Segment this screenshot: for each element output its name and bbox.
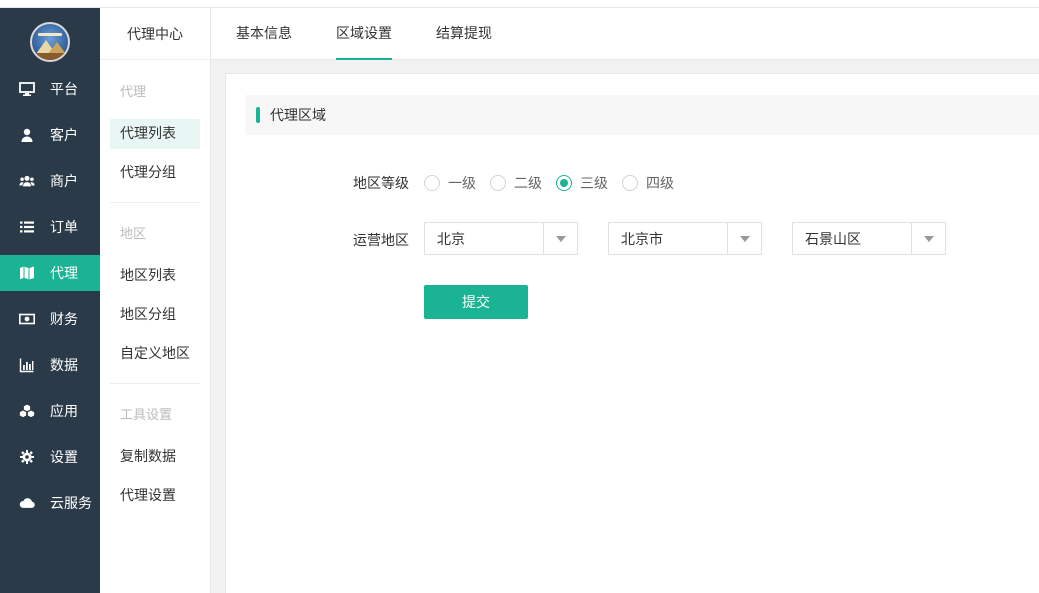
tab-region-settings[interactable]: 区域设置 <box>336 8 392 60</box>
nav-item-label: 财务 <box>50 312 78 328</box>
region-label: 运营地区 <box>353 233 409 249</box>
province-select[interactable]: 北京 <box>424 222 578 255</box>
user-icon <box>19 127 35 143</box>
nav-item-label: 平台 <box>50 82 78 98</box>
district-value: 石景山区 <box>805 231 861 248</box>
nav-item-settings[interactable]: 设置 <box>0 439 100 475</box>
caret-down-icon <box>911 223 945 254</box>
nav-item-platform[interactable]: 平台 <box>0 71 100 107</box>
sub-sidebar: 代理中心 代理 代理列表 代理分组 地区 地区列表 地区分组 自定义地区 工具设… <box>100 8 211 593</box>
nav-item-cloud[interactable]: 云服务 <box>0 485 100 521</box>
nav-item-label: 商户 <box>50 174 78 190</box>
tab-basic-info[interactable]: 基本信息 <box>236 8 292 60</box>
radio-circle <box>556 175 572 191</box>
radio-level-4[interactable]: 四级 <box>622 173 674 193</box>
caret-down-icon <box>727 223 761 254</box>
section-header: 代理区域 <box>245 95 1039 135</box>
tab-bar: 基本信息 区域设置 结算提现 <box>211 8 1039 60</box>
sub-item-agent-group[interactable]: 代理分组 <box>110 158 200 188</box>
list-icon <box>19 219 35 235</box>
cloud-icon <box>19 495 35 511</box>
sub-item-agent-settings[interactable]: 代理设置 <box>110 481 200 511</box>
cubes-icon <box>19 403 35 419</box>
nav-item-data[interactable]: 数据 <box>0 347 100 383</box>
radio-label: 一级 <box>448 176 476 192</box>
browser-top-edge <box>0 0 1039 8</box>
money-icon <box>19 311 35 327</box>
nav-item-customer[interactable]: 客户 <box>0 117 100 153</box>
logo <box>30 22 70 62</box>
radio-level-1[interactable]: 一级 <box>424 173 476 193</box>
radio-circle <box>424 175 440 191</box>
radio-label: 三级 <box>580 176 608 192</box>
district-select[interactable]: 石景山区 <box>792 222 946 255</box>
province-value: 北京 <box>437 231 465 248</box>
tab-settlement[interactable]: 结算提现 <box>436 8 492 60</box>
nav-item-label: 云服务 <box>50 496 92 512</box>
nav-item-label: 应用 <box>50 404 78 420</box>
nav-item-label: 订单 <box>50 220 78 236</box>
monitor-icon <box>19 81 35 97</box>
sub-item-region-group[interactable]: 地区分组 <box>110 300 200 330</box>
city-select[interactable]: 北京市 <box>608 222 762 255</box>
nav-item-finance[interactable]: 财务 <box>0 301 100 337</box>
radio-circle <box>490 175 506 191</box>
gear-icon <box>19 449 35 465</box>
radio-level-2[interactable]: 二级 <box>490 173 542 193</box>
content-card: 代理区域 地区等级 一级 二级 三级 四级 运营地区 北京 北京市 石景山区 提… <box>225 73 1039 593</box>
sub-item-custom-region[interactable]: 自定义地区 <box>110 339 200 369</box>
group-head-tools: 工具设置 <box>120 408 173 423</box>
group-head-region: 地区 <box>120 227 147 242</box>
bar-chart-icon <box>19 357 35 373</box>
nav-item-merchant[interactable]: 商户 <box>0 163 100 199</box>
submit-button[interactable]: 提交 <box>424 285 528 319</box>
radio-level-3[interactable]: 三级 <box>556 173 608 193</box>
radio-circle <box>622 175 638 191</box>
level-label: 地区等级 <box>353 176 409 192</box>
nav-item-agent[interactable]: 代理 <box>0 255 100 291</box>
nav-item-order[interactable]: 订单 <box>0 209 100 245</box>
caret-down-icon <box>543 223 577 254</box>
sub-item-agent-list[interactable]: 代理列表 <box>110 119 200 149</box>
sub-item-region-list[interactable]: 地区列表 <box>110 261 200 291</box>
nav-item-label: 客户 <box>50 128 78 144</box>
section-accent-bar <box>256 107 260 123</box>
group-head-agent: 代理 <box>120 85 147 100</box>
map-icon <box>19 265 35 281</box>
divider <box>110 202 200 203</box>
section-title: 代理区域 <box>270 108 326 124</box>
radio-label: 二级 <box>514 176 542 192</box>
nav-item-label: 设置 <box>50 450 78 466</box>
radio-label: 四级 <box>646 176 674 192</box>
nav-item-label: 数据 <box>50 358 78 374</box>
sub-item-copy-data[interactable]: 复制数据 <box>110 442 200 472</box>
city-value: 北京市 <box>621 231 663 248</box>
sub-sidebar-title: 代理中心 <box>100 8 210 60</box>
nav-item-label: 代理 <box>50 266 78 282</box>
main-sidebar: 平台 客户 商户 订单 代理 财务 数据 应用 设置 云服务 <box>0 8 100 593</box>
nav-item-apps[interactable]: 应用 <box>0 393 100 429</box>
divider <box>110 383 200 384</box>
users-icon <box>19 173 35 189</box>
